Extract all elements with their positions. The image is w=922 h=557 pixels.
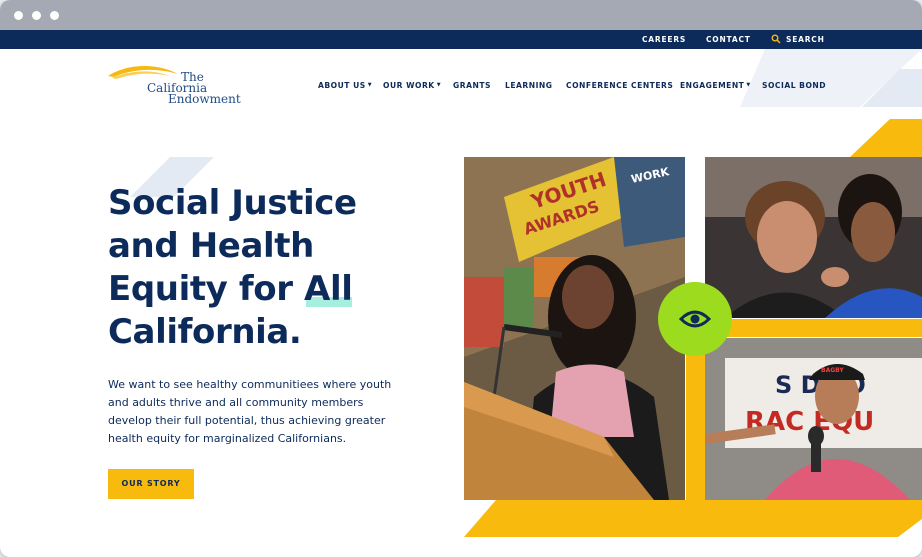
hero-headline: Social Justice and Health Equity for All… (108, 182, 428, 354)
headline-line: and Health (108, 226, 314, 266)
headline-fragment: Equity for (108, 269, 305, 309)
headline-line: Equity for All (108, 268, 428, 311)
browser-window: CAREERS CONTACT SEARCH The California En… (0, 0, 922, 557)
hero-intro: We want to see healthy communitiees wher… (108, 378, 392, 445)
nav-label: ENGAGEMENT (680, 81, 745, 90)
photo-protester-image: S D FO RAC EQU BAGBY (705, 338, 922, 500)
nav-engagement[interactable]: ENGAGEMENT ▼ (680, 81, 751, 90)
caret-down-icon: ▼ (367, 82, 373, 88)
photo-youth-speaker: YOUTH AWARDS WORK (464, 157, 685, 500)
cap-text: BAGBY (821, 367, 844, 374)
nav-label: CONFERENCE CENTERS (566, 81, 674, 90)
nav-grants[interactable]: GRANTS (453, 81, 491, 90)
nav-label: GRANTS (453, 81, 491, 90)
nav-our-work[interactable]: OUR WORK ▼ (383, 81, 441, 90)
logo-text-endowment: Endowment (168, 92, 241, 106)
search-icon[interactable] (771, 34, 781, 44)
caret-down-icon: ▼ (746, 82, 751, 88)
nav-conference-centers[interactable]: CONFERENCE CENTERS (566, 81, 673, 90)
view-gallery-button[interactable] (658, 282, 732, 356)
window-dot (50, 11, 59, 20)
photo-women-smiling-image (705, 157, 922, 318)
headline-line: California. (108, 312, 302, 352)
nav-label: LEARNING (505, 81, 553, 90)
utility-bar: CAREERS CONTACT SEARCH (0, 30, 922, 49)
headline-line: Social Justice (108, 183, 357, 223)
nav-about-us[interactable]: ABOUT US ▼ (318, 81, 372, 90)
nav-learning[interactable]: LEARNING (505, 81, 553, 90)
search-link[interactable]: SEARCH (786, 35, 825, 44)
site-logo[interactable]: The California Endowment (106, 62, 246, 108)
window-dot (14, 11, 23, 20)
careers-link[interactable]: CAREERS (642, 35, 686, 44)
contact-link[interactable]: CONTACT (706, 35, 751, 44)
caret-down-icon: ▼ (436, 82, 442, 88)
photo-women-smiling (705, 157, 922, 318)
nav-label: SOCIAL BOND (762, 81, 827, 90)
photo-youth-speaker-image: YOUTH AWARDS WORK (464, 157, 685, 500)
our-story-button[interactable]: OUR STORY (108, 469, 194, 499)
photo-protester: S D FO RAC EQU BAGBY (705, 338, 922, 500)
nav-label: OUR WORK (383, 81, 435, 90)
browser-chrome (0, 0, 922, 30)
eye-icon (678, 310, 712, 328)
window-dot (32, 11, 41, 20)
nav-social-bond[interactable]: SOCIAL BOND (762, 81, 826, 90)
nav-label: ABOUT US (318, 81, 366, 90)
headline-highlight: All (304, 269, 353, 309)
